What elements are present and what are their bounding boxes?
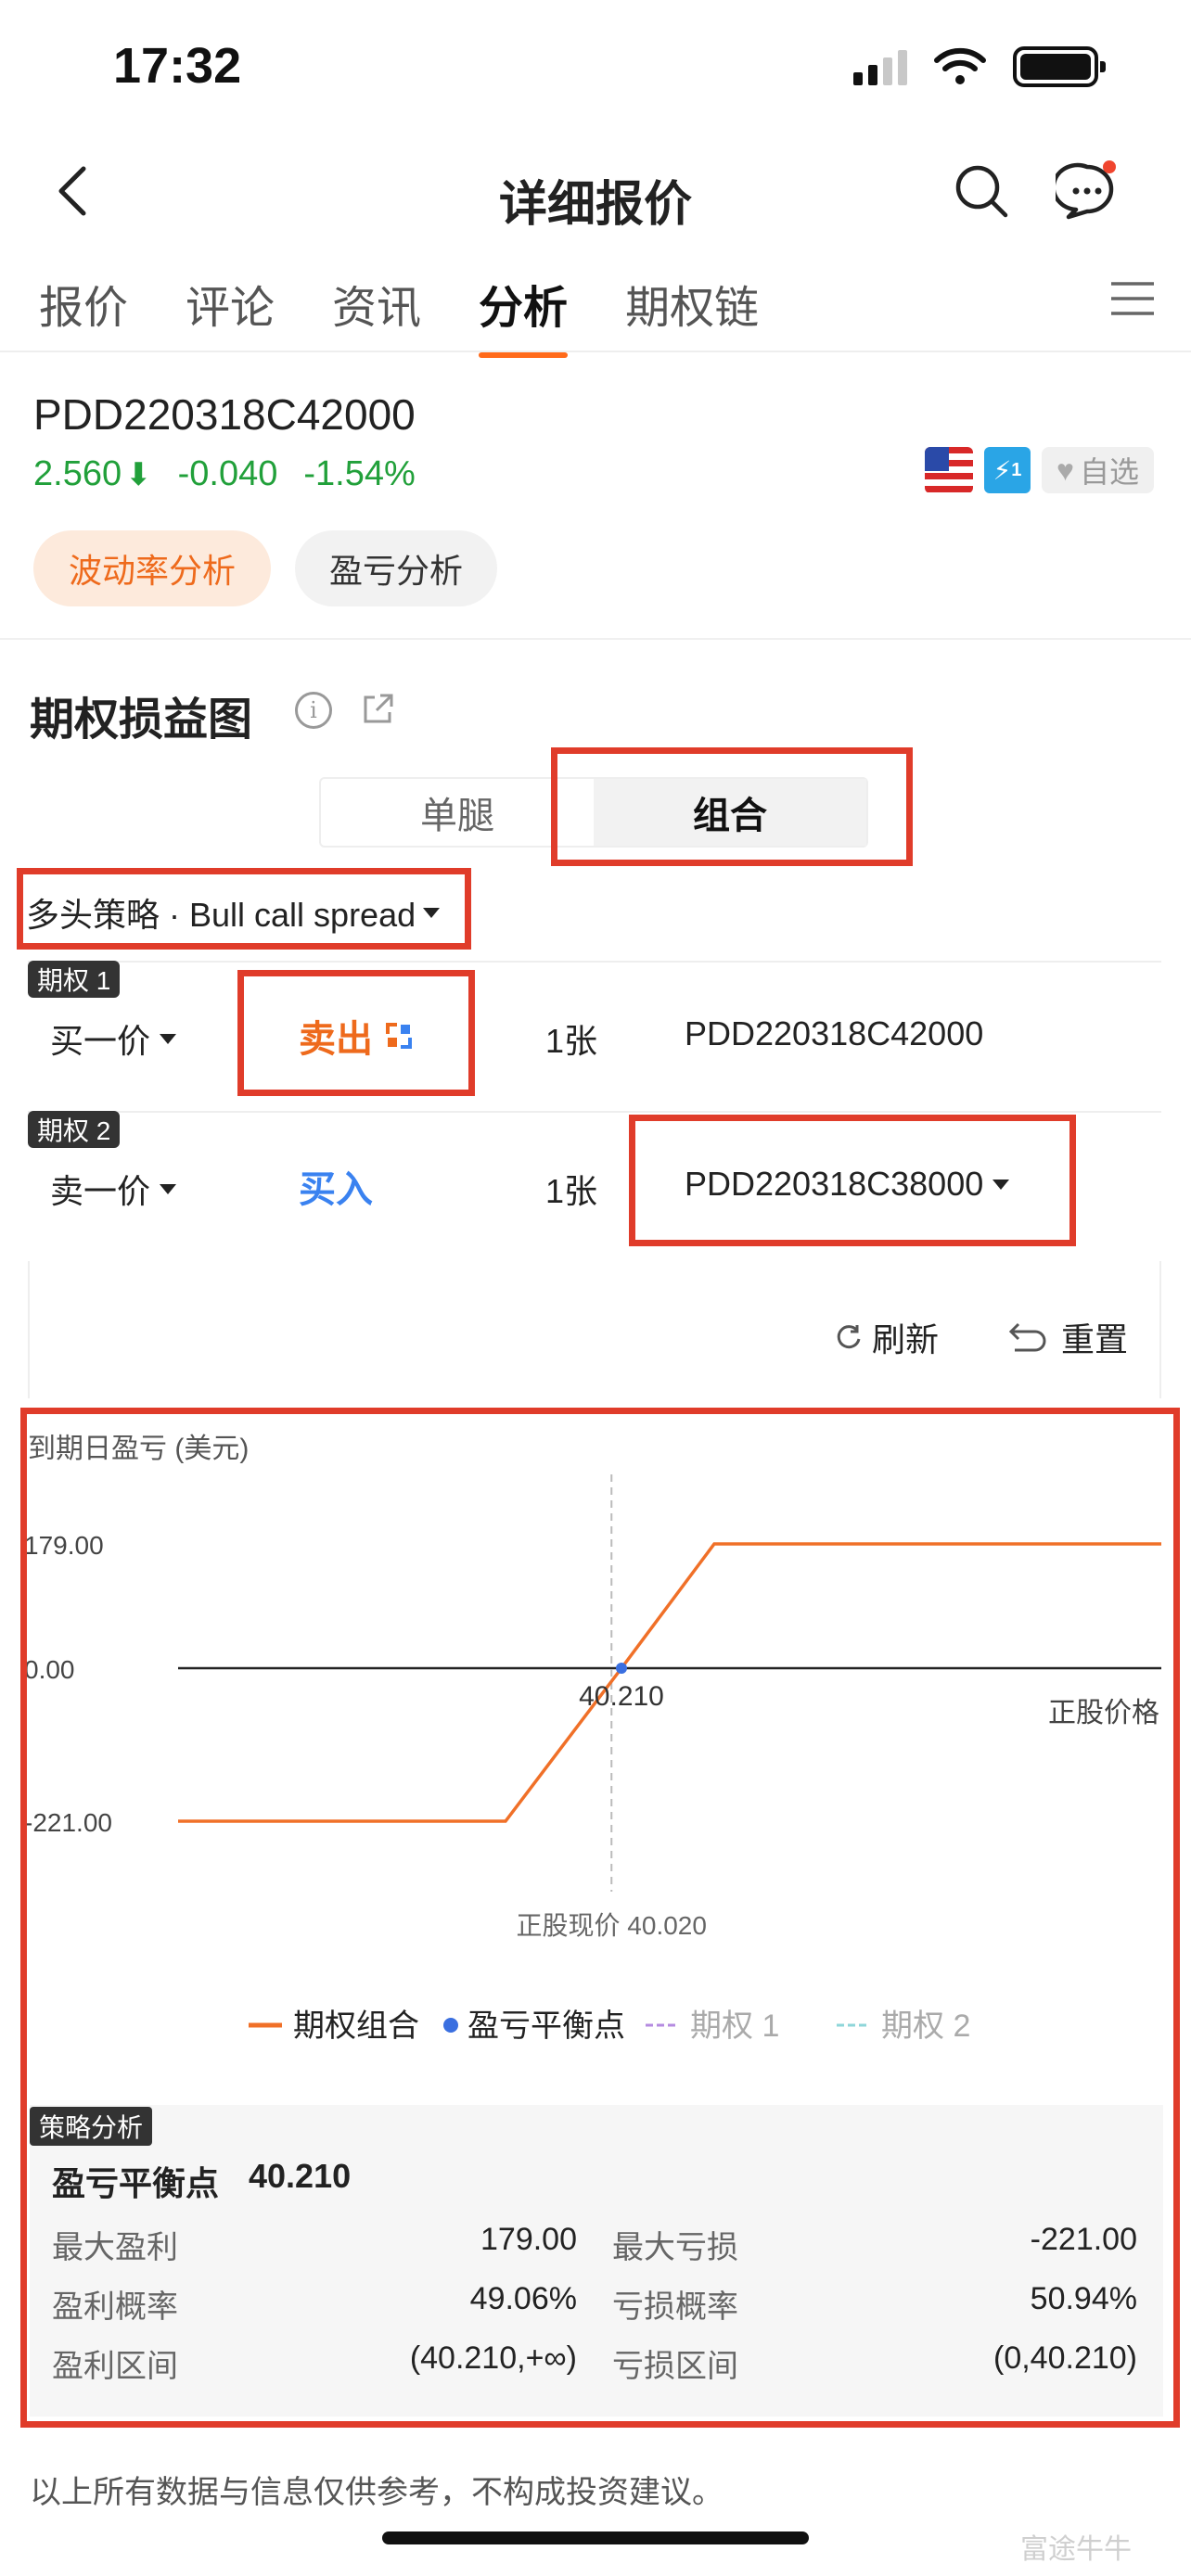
arrow-down-icon: ⬇: [125, 457, 152, 492]
price-row: 2.560 ⬇ -0.040 -1.54%: [33, 454, 416, 494]
breakeven-summary: 盈亏平衡点 40.210: [52, 2157, 352, 2202]
share-icon[interactable]: [360, 690, 397, 727]
watchlist-button[interactable]: ♥ 自选: [1041, 447, 1154, 493]
analysis-value: 49.06%: [469, 2281, 577, 2316]
price-change-pct: -1.54%: [303, 454, 416, 493]
divider: [0, 351, 1191, 352]
section-title: 期权损益图: [30, 695, 253, 745]
battery-icon: [1013, 46, 1106, 87]
analysis-label: 最大亏损: [612, 2230, 738, 2265]
analysis-value: -221.00: [1030, 2222, 1137, 2257]
buy-toggle[interactable]: 买入: [299, 1159, 373, 1213]
caret-down-icon: [160, 1033, 177, 1044]
analysis-value: (40.210,+∞): [409, 2340, 577, 2376]
quote-badges: ⚡ 1 ♥ 自选: [924, 447, 1154, 493]
watermark: 富途牛牛: [1020, 2534, 1132, 2565]
signal-icon: [853, 48, 907, 85]
refresh-button[interactable]: 刷新: [835, 1313, 939, 1361]
quantity: 1张: [545, 1172, 598, 1210]
quantity: 1张: [545, 1022, 598, 1060]
chart-toolbar-area: [28, 1261, 1161, 1398]
price-change: -0.040: [177, 454, 278, 493]
message-icon[interactable]: [1056, 159, 1121, 221]
analysis-label: 亏损区间: [612, 2349, 738, 2384]
undo-icon: [1008, 1322, 1046, 1352]
menu-icon[interactable]: [1109, 280, 1156, 317]
wifi-icon: [934, 47, 986, 84]
price-type-select[interactable]: 卖一价: [50, 1165, 177, 1213]
reset-button[interactable]: 重置: [1007, 1313, 1128, 1361]
heart-icon: ♥: [1056, 453, 1074, 487]
option-symbol: PDD220318C42000: [33, 390, 416, 439]
refresh-icon: [837, 1325, 861, 1349]
highlight-box: [17, 868, 471, 950]
option-tag: 期权 2: [28, 1111, 121, 1148]
status-icons: [853, 46, 1106, 87]
highlight-box: [629, 1115, 1076, 1246]
highlight-box: [551, 747, 913, 866]
tab-news[interactable]: 资讯: [332, 271, 421, 358]
divider: [0, 638, 1191, 640]
analysis-label: 盈利概率: [52, 2289, 178, 2325]
home-indicator[interactable]: [382, 2531, 809, 2544]
price-value: 2.560 ⬇: [33, 454, 152, 493]
analysis-label: 最大盈利: [52, 2230, 178, 2265]
volatility-analysis-button[interactable]: 波动率分析: [33, 530, 271, 606]
pnl-analysis-button[interactable]: 盈亏分析: [295, 530, 497, 606]
search-icon[interactable]: [954, 163, 1009, 219]
tab-bar: 报价 评论 资讯 分析 期权链: [39, 271, 759, 358]
analysis-value: 179.00: [480, 2222, 577, 2257]
tab-analysis[interactable]: 分析: [479, 271, 569, 358]
option-tag: 期权 1: [28, 961, 121, 998]
tab-option-chain[interactable]: 期权链: [625, 271, 759, 358]
contract-code: PDD220318C42000: [685, 1014, 984, 1052]
info-icon[interactable]: i: [295, 692, 332, 729]
tab-quote[interactable]: 报价: [39, 271, 128, 358]
page-title: 详细报价: [498, 178, 692, 232]
us-flag-icon: [924, 447, 973, 493]
analysis-value: 50.94%: [1030, 2281, 1137, 2316]
status-time: 17:32: [113, 38, 242, 94]
analysis-value: (0,40.210): [993, 2340, 1137, 2376]
tab-comments[interactable]: 评论: [186, 271, 275, 358]
disclaimer: 以上所有数据与信息仅供参考，不构成投资建议。: [30, 2475, 724, 2510]
analysis-label: 盈利区间: [52, 2349, 178, 2384]
lightning-badge-icon: ⚡ 1: [983, 447, 1031, 493]
analysis-label: 亏损概率: [612, 2289, 738, 2325]
caret-down-icon: [160, 1183, 177, 1194]
analysis-tag: 策略分析: [30, 2107, 153, 2146]
highlight-box: [237, 970, 475, 1096]
price-type-select[interactable]: 买一价: [50, 1014, 177, 1063]
